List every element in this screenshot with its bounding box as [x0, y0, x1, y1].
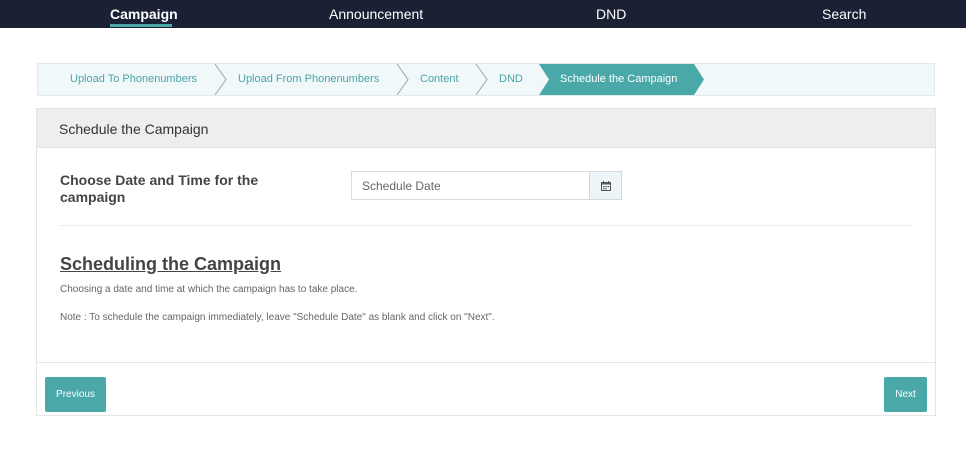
wizard-steps: Upload To Phonenumbers Upload From Phone… [37, 63, 935, 96]
next-button[interactable]: Next [884, 377, 927, 412]
help-title: Scheduling the Campaign [60, 254, 282, 274]
step-upload-to-phonenumbers[interactable]: Upload To Phonenumbers [70, 64, 197, 95]
previous-button[interactable]: Previous [45, 377, 106, 412]
help-description: Choosing a date and time at which the ca… [60, 284, 358, 295]
step-schedule-the-campaign[interactable]: Schedule the Campaign [560, 64, 677, 95]
nav-item-campaign[interactable]: Campaign [110, 0, 178, 28]
step-separator-icon [396, 64, 409, 95]
nav-item-announcement[interactable]: Announcement [329, 0, 423, 28]
panel-title: Schedule the Campaign [59, 121, 209, 137]
schedule-field-label: Choose Date and Time for the campaign [60, 172, 259, 205]
schedule-date-input[interactable] [351, 171, 590, 200]
step-content[interactable]: Content [420, 64, 459, 95]
step-separator-icon [475, 64, 488, 95]
calendar-icon [600, 180, 611, 191]
panel-header: Schedule the Campaign [36, 108, 936, 148]
panel-body: Choose Date and Time for the campaign Sc… [36, 148, 936, 363]
calendar-button[interactable] [589, 171, 622, 200]
nav-item-search[interactable]: Search [822, 0, 866, 28]
step-dnd[interactable]: DND [499, 64, 523, 95]
divider [59, 225, 913, 226]
help-note: Note : To schedule the campaign immediat… [60, 312, 495, 323]
panel-footer: Previous Next [36, 362, 936, 416]
nav-item-dnd[interactable]: DND [596, 0, 626, 28]
step-separator-icon [214, 64, 227, 95]
step-upload-from-phonenumbers[interactable]: Upload From Phonenumbers [238, 64, 379, 95]
top-navigation: Campaign Announcement DND Search [0, 0, 966, 28]
